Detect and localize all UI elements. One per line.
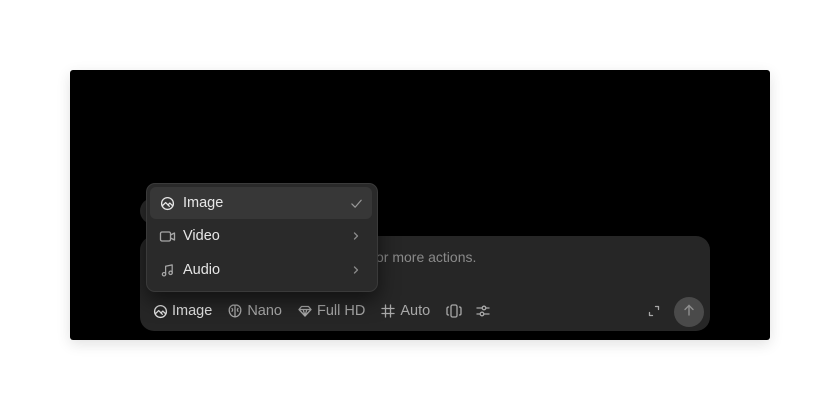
video-icon bbox=[159, 228, 176, 245]
chevron-right-icon bbox=[348, 231, 364, 241]
app-window: or more actions. Image Nano Full HD Auto… bbox=[70, 70, 770, 340]
composer-toolbar: Image Nano Full HD Auto bbox=[153, 300, 503, 322]
music-icon bbox=[159, 262, 176, 279]
mode-selector-button[interactable]: Image bbox=[153, 303, 212, 319]
diamond-icon bbox=[297, 303, 313, 319]
menu-item-audio[interactable]: Audio bbox=[150, 254, 372, 286]
model-selector-button[interactable]: Nano bbox=[227, 303, 282, 319]
model-brain-icon bbox=[227, 303, 243, 319]
aspect-selector-button[interactable]: Auto bbox=[380, 303, 430, 319]
menu-item-label: Audio bbox=[183, 262, 221, 278]
settings-button[interactable] bbox=[475, 303, 491, 319]
image-icon bbox=[159, 195, 176, 212]
menu-item-image[interactable]: Image bbox=[150, 187, 372, 219]
menu-item-label: Image bbox=[183, 195, 224, 211]
sliders-icon bbox=[475, 303, 491, 319]
arrow-up-icon bbox=[682, 303, 696, 322]
mode-label: Image bbox=[172, 303, 213, 319]
expand-icon bbox=[646, 305, 662, 323]
menu-item-label: Video bbox=[183, 228, 220, 244]
aspect-label: Auto bbox=[400, 303, 431, 319]
send-button[interactable] bbox=[674, 297, 704, 327]
image-icon bbox=[153, 304, 168, 319]
model-label: Nano bbox=[247, 303, 282, 319]
variations-button[interactable] bbox=[445, 303, 463, 319]
check-icon bbox=[348, 197, 364, 210]
quality-label: Full HD bbox=[316, 303, 366, 319]
expand-button[interactable] bbox=[646, 303, 662, 319]
menu-item-video[interactable]: Video bbox=[150, 220, 372, 252]
chevron-right-icon bbox=[348, 265, 364, 275]
hash-icon bbox=[380, 303, 396, 319]
variations-icon bbox=[445, 303, 463, 319]
prompt-placeholder[interactable]: or more actions. bbox=[376, 249, 476, 265]
quality-selector-button[interactable]: Full HD bbox=[297, 303, 365, 319]
mode-dropdown-menu: Image Video Audio bbox=[146, 183, 378, 292]
